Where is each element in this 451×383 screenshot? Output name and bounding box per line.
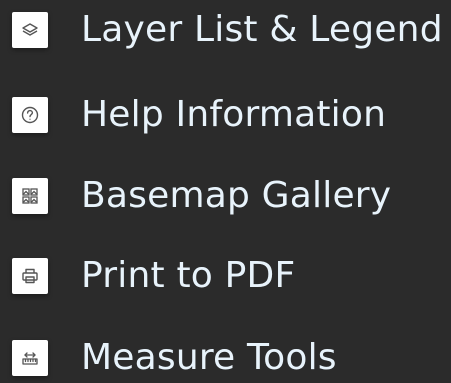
basemap-gallery-icon[interactable]: [12, 178, 48, 214]
menu-item-label[interactable]: Basemap Gallery: [81, 175, 391, 217]
widget-menu: Layer List & Legend Help Information Bas…: [0, 0, 451, 383]
print-icon[interactable]: [12, 258, 48, 294]
layers-icon[interactable]: [12, 12, 48, 48]
menu-item-label[interactable]: Print to PDF: [81, 255, 295, 297]
measure-icon[interactable]: [12, 340, 48, 376]
help-icon[interactable]: [12, 97, 48, 133]
menu-item-label[interactable]: Layer List & Legend: [81, 9, 443, 51]
menu-item-label[interactable]: Help Information: [81, 94, 386, 136]
menu-item-label[interactable]: Measure Tools: [81, 337, 337, 379]
